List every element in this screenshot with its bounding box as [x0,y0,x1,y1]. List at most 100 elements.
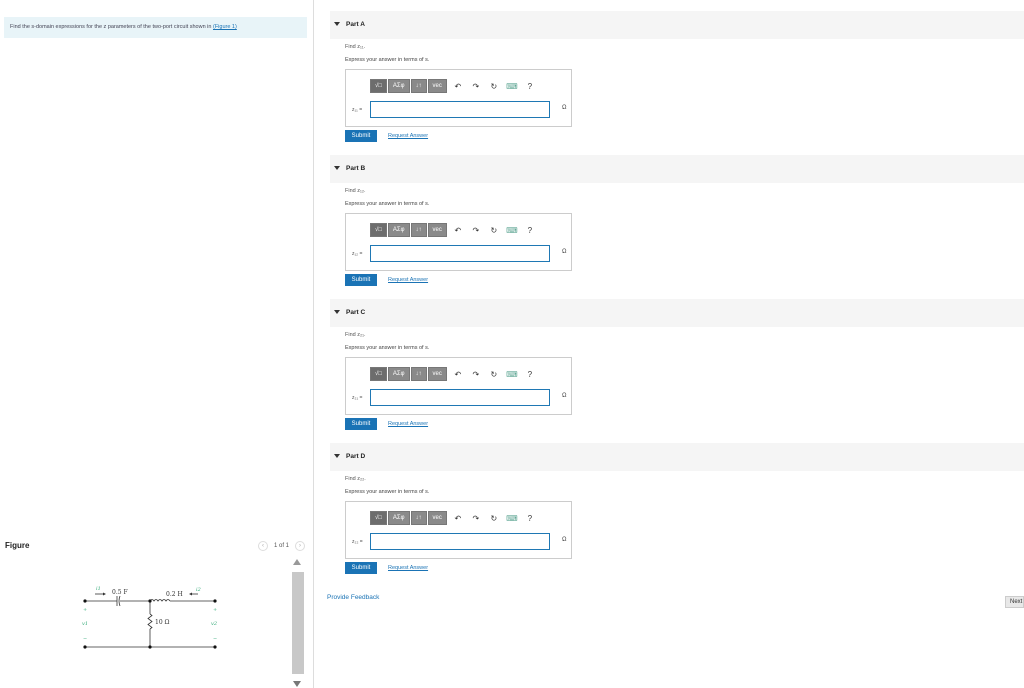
panel-divider [313,0,314,688]
problem-text: Find the s-domain expressions for the z … [10,24,213,30]
redo-icon[interactable]: ↷ [469,370,483,379]
help-icon[interactable]: ? [523,514,537,523]
part-d-answer-box: √□ ΑΣφ ↓↑ vec ↶ ↷ ↻ ⌨ ? z₂₂ = Ω [345,501,572,559]
vector-button[interactable]: vec [427,367,447,381]
part-b-answer-box: √□ ΑΣφ ↓↑ vec ↶ ↷ ↻ ⌨ ? z₁₂ = Ω [345,213,572,271]
undo-icon[interactable]: ↶ [451,82,465,91]
answer-variable-label: z₁₂ = [352,251,363,257]
redo-icon[interactable]: ↷ [469,226,483,235]
sqrt-template-button[interactable]: √□ [370,511,387,525]
part-c-find: Find z₂₁. [345,332,366,338]
vector-button[interactable]: vec [427,79,447,93]
part-a-submit-button[interactable]: Submit [345,130,377,142]
redo-icon[interactable]: ↷ [469,514,483,523]
math-toolbar: √□ ΑΣφ ↓↑ vec ↶ ↷ ↻ ⌨ ? [370,367,537,381]
answer-input[interactable] [370,245,550,262]
next-figure-button[interactable]: › [295,541,306,551]
undo-icon[interactable]: ↶ [451,514,465,523]
answer-unit: Ω [562,105,567,111]
scroll-down-icon[interactable] [293,681,301,687]
part-a-answer-box: √□ ΑΣφ ↓↑ vec ↶ ↷ ↻ ⌨ ? z₁₁ = Ω [345,69,572,127]
answer-unit: Ω [562,393,567,399]
part-b-find: Find z₁₂. [345,188,366,194]
v2-minus: − [213,636,217,642]
arrows-button[interactable]: ↓↑ [410,223,427,237]
part-c-request-answer-link[interactable]: Request Answer [388,421,428,427]
answer-input[interactable] [370,533,550,550]
reset-icon[interactable]: ↻ [487,82,501,91]
pager-text: 1 of 1 [274,543,290,549]
scroll-thumb[interactable] [292,572,304,674]
arrows-button[interactable]: ↓↑ [410,79,427,93]
sqrt-template-button[interactable]: √□ [370,79,387,93]
help-icon[interactable]: ? [523,226,537,235]
i2-label: i2 [196,587,201,593]
part-d-submit-button[interactable]: Submit [345,562,377,574]
vector-button[interactable]: vec [427,223,447,237]
greek-symbols-button[interactable]: ΑΣφ [387,223,410,237]
v1-plus: + [83,607,87,613]
part-c-header[interactable]: Part C [330,299,1024,327]
v1-minus: − [83,636,87,642]
scroll-up-icon[interactable] [293,559,301,565]
greek-symbols-button[interactable]: ΑΣφ [387,367,410,381]
part-a-header[interactable]: Part A [330,11,1024,39]
arrows-button[interactable]: ↓↑ [410,367,427,381]
i1-label: i1 [96,586,101,592]
math-toolbar: √□ ΑΣφ ↓↑ vec ↶ ↷ ↻ ⌨ ? [370,79,537,93]
answer-variable-label: z₂₁ = [352,395,363,401]
figure-label: Figure [5,541,30,550]
reset-icon[interactable]: ↻ [487,514,501,523]
part-d-request-answer-link[interactable]: Request Answer [388,565,428,571]
collapse-caret-icon [334,22,340,26]
undo-icon[interactable]: ↶ [451,370,465,379]
sqrt-template-button[interactable]: √□ [370,223,387,237]
undo-icon[interactable]: ↶ [451,226,465,235]
next-button[interactable]: Next [1005,596,1024,608]
keyboard-icon[interactable]: ⌨ [505,514,519,523]
vector-button[interactable]: vec [427,511,447,525]
answer-input[interactable] [370,389,550,406]
answer-unit: Ω [562,537,567,543]
keyboard-icon[interactable]: ⌨ [505,370,519,379]
part-b-header[interactable]: Part B [330,155,1024,183]
part-b-submit-button[interactable]: Submit [345,274,377,286]
answer-variable-label: z₂₂ = [352,539,363,545]
answer-unit: Ω [562,249,567,255]
part-b-request-answer-link[interactable]: Request Answer [388,277,428,283]
capacitor-label: 0.5 F [112,589,128,596]
math-toolbar: √□ ΑΣφ ↓↑ vec ↶ ↷ ↻ ⌨ ? [370,511,537,525]
part-b-express: Express your answer in terms of s. [345,201,430,207]
reset-icon[interactable]: ↻ [487,226,501,235]
v2-plus: + [213,607,217,613]
help-icon[interactable]: ? [523,370,537,379]
prev-figure-button[interactable]: ‹ [258,541,268,551]
part-d-find: Find z₂₂. [345,476,366,482]
sqrt-template-button[interactable]: √□ [370,367,387,381]
part-c-submit-button[interactable]: Submit [345,418,377,430]
collapse-caret-icon [334,166,340,170]
greek-symbols-button[interactable]: ΑΣφ [387,79,410,93]
provide-feedback-link[interactable]: Provide Feedback [327,594,379,601]
keyboard-icon[interactable]: ⌨ [505,226,519,235]
collapse-caret-icon [334,454,340,458]
help-icon[interactable]: ? [523,82,537,91]
answer-variable-label: z₁₁ = [352,107,363,113]
redo-icon[interactable]: ↷ [469,82,483,91]
v2-label: v2 [211,621,217,627]
reset-icon[interactable]: ↻ [487,370,501,379]
part-c-answer-box: √□ ΑΣφ ↓↑ vec ↶ ↷ ↻ ⌨ ? z₂₁ = Ω [345,357,572,415]
greek-symbols-button[interactable]: ΑΣφ [387,511,410,525]
part-a-express: Express your answer in terms of s. [345,57,430,63]
part-a-find: Find z₁₁. [345,44,366,50]
inductor-label: 0.2 H [166,591,183,598]
math-toolbar: √□ ΑΣφ ↓↑ vec ↶ ↷ ↻ ⌨ ? [370,223,537,237]
figure-link[interactable]: (Figure 1) [213,24,237,30]
v1-label: v1 [82,621,88,627]
answer-input[interactable] [370,101,550,118]
part-a-request-answer-link[interactable]: Request Answer [388,133,428,139]
keyboard-icon[interactable]: ⌨ [505,82,519,91]
resistor-label: 10 Ω [155,619,170,626]
part-d-header[interactable]: Part D [330,443,1024,471]
arrows-button[interactable]: ↓↑ [410,511,427,525]
